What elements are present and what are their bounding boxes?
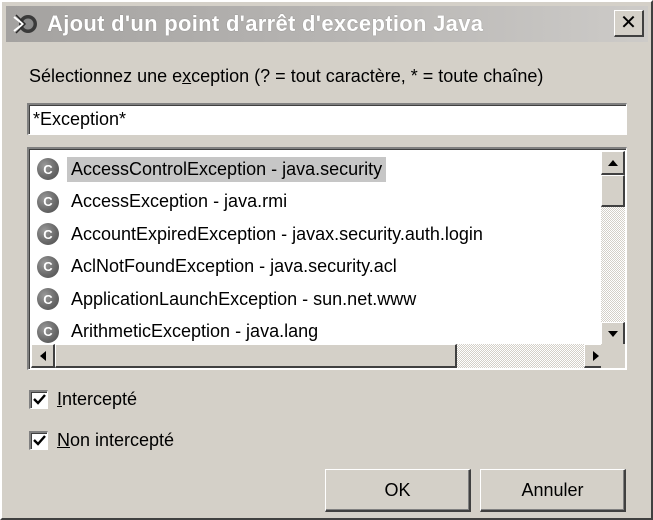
dialog-title: Ajout d'un point d'arrêt d'exception Jav… <box>47 11 484 36</box>
exception-breakpoint-dialog: Ajout d'un point d'arrêt d'exception Jav… <box>0 0 653 520</box>
uncaught-label-text: on intercepté <box>70 429 175 450</box>
uncaught-checkbox[interactable] <box>29 430 48 450</box>
arrow-left-icon <box>39 350 46 361</box>
class-icon: C <box>37 223 59 245</box>
close-icon: ✕ <box>620 12 637 34</box>
exception-filter-input[interactable] <box>27 103 627 135</box>
caught-label: Intercepté <box>57 389 137 410</box>
class-icon: C <box>37 288 59 310</box>
checkmark-icon <box>32 394 46 405</box>
class-icon: C <box>37 320 59 343</box>
list-item-label: AccountExpiredException - javax.security… <box>71 223 483 244</box>
list-item-label: AccessException - java.rmi <box>71 191 288 211</box>
uncaught-mnemonic: N <box>57 429 70 450</box>
scroll-up-button[interactable] <box>601 151 625 175</box>
list-item-label: ArithmeticException - java.lang <box>71 321 319 341</box>
scrollbar-corner <box>601 344 625 368</box>
list-item-label: AccessControlException - java.security <box>67 156 387 182</box>
list-item[interactable]: C AclNotFoundException - java.security.ac… <box>33 252 401 282</box>
scroll-left-button[interactable] <box>31 344 55 368</box>
checkmark-icon <box>32 435 46 446</box>
list-item[interactable]: C ArithmeticException - java.lang <box>33 317 322 347</box>
class-icon: C <box>37 190 59 213</box>
cancel-button[interactable]: Annuler <box>480 469 626 512</box>
vertical-scrollbar[interactable] <box>601 151 625 346</box>
exception-list-items: C AccessControlException - java.security C… <box>31 151 608 346</box>
uncaught-label: Non intercepté <box>57 430 174 451</box>
ok-button[interactable]: OK <box>325 469 471 512</box>
filter-prompt-label: Sélectionnez une exception (? = tout car… <box>29 66 543 87</box>
horizontal-scroll-thumb[interactable] <box>55 344 457 368</box>
arrow-up-icon <box>607 159 618 166</box>
prompt-mnemonic: x <box>182 66 192 86</box>
list-item-label: ApplicationLaunchException - sun.net.www <box>71 288 417 309</box>
uncaught-option[interactable]: Non intercepté <box>29 428 174 452</box>
caught-checkbox[interactable] <box>29 389 48 409</box>
class-icon: C <box>37 158 59 180</box>
scroll-down-button[interactable] <box>601 322 625 346</box>
prompt-text-start: Sélectionnez une e <box>29 66 183 86</box>
caught-option[interactable]: Intercepté <box>29 387 137 411</box>
arrow-right-icon <box>592 350 599 361</box>
caught-label-text: ntercepté <box>62 388 138 409</box>
vertical-scroll-thumb[interactable] <box>601 175 625 207</box>
arrow-down-icon <box>607 330 618 337</box>
breakpoint-icon <box>11 9 41 39</box>
class-icon: C <box>37 255 59 278</box>
exception-list[interactable]: C AccessControlException - java.security C… <box>27 147 627 370</box>
list-item[interactable]: C ApplicationLaunchException - sun.net.ww… <box>33 284 420 314</box>
close-button[interactable]: ✕ <box>614 10 644 37</box>
prompt-text-end: ception (? = tout caractère, * = toute c… <box>191 66 544 86</box>
horizontal-scrollbar[interactable] <box>31 344 608 368</box>
list-item[interactable]: C AccessControlException - java.security <box>33 154 387 184</box>
title-bar[interactable]: Ajout d'un point d'arrêt d'exception Jav… <box>6 6 648 42</box>
list-item[interactable]: C AccessException - java.rmi <box>33 187 291 217</box>
list-item[interactable]: C AccountExpiredException - javax.securit… <box>33 219 487 249</box>
list-item-label: AclNotFoundException - java.security.acl <box>71 256 397 276</box>
